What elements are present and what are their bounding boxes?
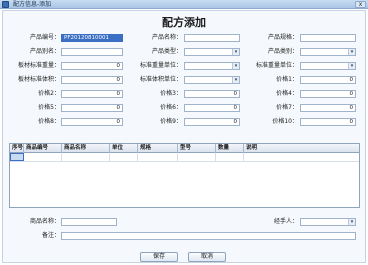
label-price2: 价格2： xyxy=(38,90,60,97)
grid-cell[interactable] xyxy=(24,153,62,161)
label-std-weight-unit-2: 标准重量单位： xyxy=(255,62,298,69)
grid-cell[interactable] xyxy=(216,153,244,161)
grid-cell[interactable] xyxy=(138,153,178,161)
form-title: 配方添加 xyxy=(162,16,206,29)
cancel-button[interactable]: 取消 xyxy=(188,252,226,262)
dialog-body: 配方添加 产品编号： PF20120810001 产品名称： 产品规格： 产品别… xyxy=(2,10,366,263)
product-name-field[interactable] xyxy=(184,34,240,42)
col-header[interactable]: 型号 xyxy=(178,144,216,153)
label-remarks: 备注： xyxy=(41,232,60,239)
price7-field[interactable]: 0 xyxy=(300,104,356,112)
price9-field[interactable]: 0 xyxy=(184,118,240,126)
goods-name-field[interactable] xyxy=(61,218,117,226)
std-weight-unit-select[interactable]: ▾ xyxy=(184,62,240,70)
col-header[interactable]: 商品名称 xyxy=(62,144,110,153)
product-category-select[interactable]: ▾ xyxy=(300,48,356,56)
label-handler: 经手人： xyxy=(273,218,298,225)
col-header[interactable]: 商品编号 xyxy=(24,144,62,153)
label-std-volume-unit: 标准体积单位： xyxy=(139,76,182,83)
price5-field[interactable]: 0 xyxy=(61,104,123,112)
label-std-weight-unit: 标准重量单位： xyxy=(139,62,182,69)
price4-field[interactable]: 0 xyxy=(300,90,356,98)
product-type-select[interactable]: ▾ xyxy=(184,48,240,56)
label-price1: 价格1： xyxy=(276,76,298,83)
grid-cell[interactable] xyxy=(244,153,359,161)
handler-select[interactable]: ▾ xyxy=(300,218,356,226)
std-weight-unit-2-select[interactable]: ▾ xyxy=(300,62,356,70)
col-header[interactable]: 数量 xyxy=(216,144,244,153)
col-header[interactable]: 说明 xyxy=(244,144,359,153)
label-price10: 价格10： xyxy=(272,118,298,125)
price8-field[interactable]: 0 xyxy=(61,118,123,126)
label-product-name: 产品名称： xyxy=(151,34,182,41)
title-bar: 配方信息-添加 x xyxy=(0,0,368,9)
label-goods-name: 商品名称： xyxy=(29,218,60,225)
label-price8: 价格8： xyxy=(38,118,60,125)
grid-cell[interactable] xyxy=(10,153,24,161)
app-icon xyxy=(2,1,9,8)
label-price3: 价格3： xyxy=(160,90,182,97)
detail-grid[interactable]: 序号 商品编号 商品名称 单位 规格 型号 数量 说明 xyxy=(9,143,360,208)
chevron-down-icon[interactable]: ▾ xyxy=(348,49,355,55)
plate-std-volume-field[interactable]: 0 xyxy=(61,76,123,84)
chevron-down-icon[interactable]: ▾ xyxy=(232,77,239,83)
grid-cell[interactable] xyxy=(62,153,110,161)
label-plate-std-volume: 板材标准体积： xyxy=(17,76,60,83)
label-price5: 价格5： xyxy=(38,104,60,111)
price10-field[interactable]: 0 xyxy=(300,118,356,126)
std-volume-unit-select[interactable]: ▾ xyxy=(184,76,240,84)
col-header[interactable]: 单位 xyxy=(110,144,138,153)
close-button[interactable]: x xyxy=(355,1,366,8)
label-product-type: 产品类型： xyxy=(151,48,182,55)
save-button[interactable]: 保存 xyxy=(140,252,178,262)
grid-header: 序号 商品编号 商品名称 单位 规格 型号 数量 说明 xyxy=(10,144,359,153)
col-header[interactable]: 规格 xyxy=(138,144,178,153)
product-alias-field[interactable] xyxy=(61,48,123,56)
label-price7: 价格7： xyxy=(276,104,298,111)
product-no-field[interactable]: PF20120810001 xyxy=(61,34,123,42)
window-title: 配方信息-添加 xyxy=(13,1,52,8)
grid-cell[interactable] xyxy=(178,153,216,161)
chevron-down-icon[interactable]: ▾ xyxy=(348,63,355,69)
label-product-no: 产品编号： xyxy=(29,34,60,41)
price1-field[interactable]: 0 xyxy=(300,76,356,84)
label-plate-std-weight: 板材标准重量： xyxy=(17,62,60,69)
chevron-down-icon[interactable]: ▾ xyxy=(348,219,355,225)
label-price6: 价格6： xyxy=(160,104,182,111)
grid-cell[interactable] xyxy=(110,153,138,161)
plate-std-weight-field[interactable]: 0 xyxy=(61,62,123,70)
label-price9: 价格9： xyxy=(160,118,182,125)
label-product-spec: 产品规格： xyxy=(267,34,298,41)
chevron-down-icon[interactable]: ▾ xyxy=(232,63,239,69)
price6-field[interactable]: 0 xyxy=(184,104,240,112)
price3-field[interactable]: 0 xyxy=(184,90,240,98)
product-spec-field[interactable] xyxy=(300,34,356,42)
label-product-alias: 产品别名： xyxy=(29,48,60,55)
col-header[interactable]: 序号 xyxy=(10,144,24,153)
label-product-category: 产品类别： xyxy=(267,48,298,55)
table-row[interactable] xyxy=(10,153,359,162)
label-price4: 价格4： xyxy=(276,90,298,97)
price2-field[interactable]: 0 xyxy=(61,90,123,98)
chevron-down-icon[interactable]: ▾ xyxy=(232,49,239,55)
remarks-field[interactable] xyxy=(61,232,356,240)
